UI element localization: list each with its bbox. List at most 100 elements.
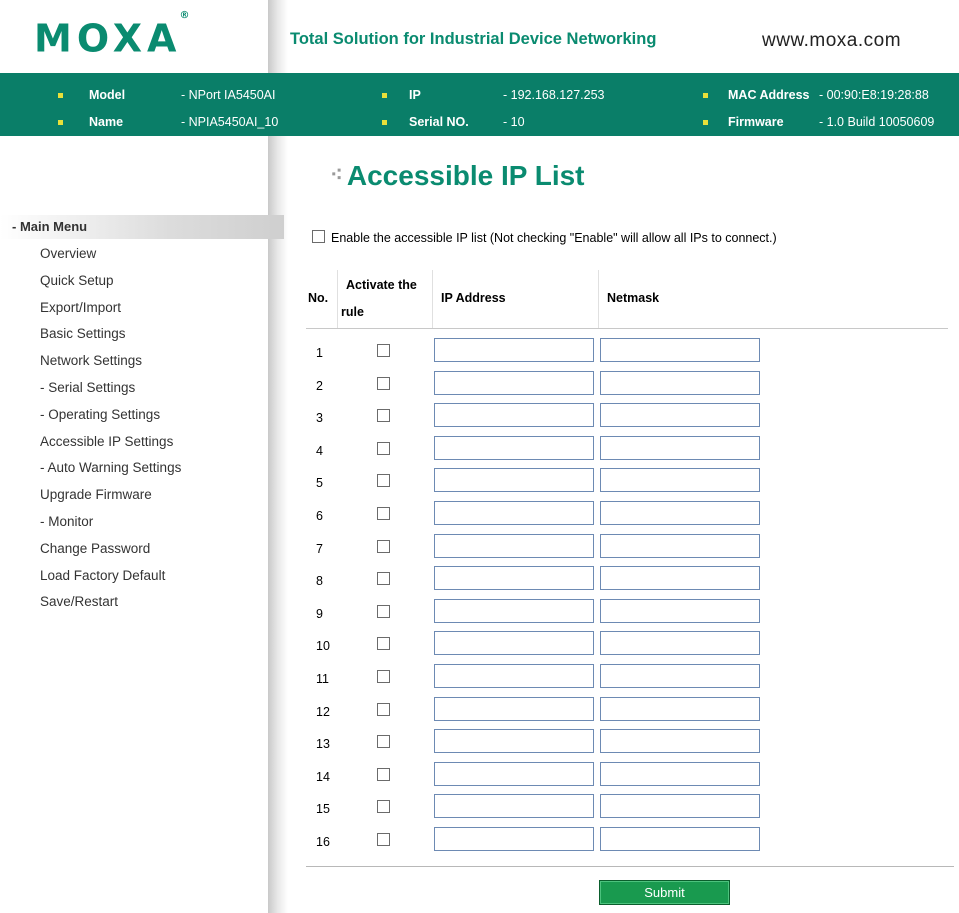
netmask-input[interactable] (600, 598, 760, 623)
netmask-input[interactable] (600, 794, 760, 819)
moxa-logo: MOXA® (34, 10, 191, 61)
netmask-input[interactable] (600, 761, 760, 786)
menu-item-serial-settings[interactable]: - Serial Settings (40, 379, 181, 406)
activate-rule-checkbox[interactable] (377, 441, 390, 455)
activate-rule-checkbox[interactable] (377, 669, 390, 683)
title-dots-icon: ⁖ (330, 162, 343, 187)
ip-address-input[interactable] (434, 500, 594, 525)
rule-number: 11 (316, 671, 329, 686)
menu-item-operating-settings[interactable]: - Operating Settings (40, 406, 181, 433)
netmask-input[interactable] (600, 696, 760, 721)
ip-address-input[interactable] (434, 338, 594, 362)
column-header-activate: Activate the (346, 278, 417, 292)
menu-item-load-factory-default[interactable]: Load Factory Default (40, 567, 181, 594)
menu-item-network-settings[interactable]: Network Settings (40, 352, 181, 379)
activate-rule-checkbox[interactable] (377, 800, 390, 814)
activate-rule-checkbox[interactable] (377, 735, 390, 749)
netmask-input[interactable] (600, 435, 760, 460)
menu-item-monitor[interactable]: - Monitor (40, 513, 181, 540)
netmask-input[interactable] (600, 370, 760, 395)
serial-value: - 10 (503, 115, 525, 129)
page-title-text: Accessible IP List (346, 160, 585, 191)
activate-rule-checkbox[interactable] (377, 637, 390, 651)
activate-rule-checkbox[interactable] (377, 832, 390, 846)
submit-button[interactable]: Submit (599, 880, 730, 905)
ip-address-input[interactable] (434, 663, 594, 688)
menu-item-quick-setup[interactable]: Quick Setup (40, 272, 181, 299)
mac-value: - 00:90:E8:19:28:88 (819, 88, 929, 102)
ip-address-input[interactable] (434, 598, 594, 623)
ip-address-input[interactable] (434, 566, 594, 591)
menu-item-change-password[interactable]: Change Password (40, 540, 181, 567)
bullet-icon (382, 93, 387, 98)
rule-number: 3 (316, 411, 323, 426)
main-menu: Overview Quick Setup Export/Import Basic… (40, 245, 181, 620)
bullet-icon (58, 93, 63, 98)
menu-item-save-restart[interactable]: Save/Restart (40, 593, 181, 620)
rule-number: 5 (316, 476, 323, 491)
ip-address-input[interactable] (434, 696, 594, 721)
ip-address-input[interactable] (434, 533, 594, 558)
column-header-ip-address: IP Address (441, 291, 506, 305)
ip-address-input[interactable] (434, 468, 594, 493)
menu-item-overview[interactable]: Overview (40, 245, 181, 272)
activate-rule-checkbox[interactable] (377, 409, 390, 423)
netmask-input[interactable] (600, 631, 760, 656)
rule-number: 10 (316, 639, 330, 654)
ip-address-input[interactable] (434, 729, 594, 754)
menu-item-accessible-ip-settings[interactable]: Accessible IP Settings (40, 433, 181, 460)
netmask-input[interactable] (600, 729, 760, 754)
activate-rule-checkbox[interactable] (377, 539, 390, 553)
ip-address-input[interactable] (434, 761, 594, 786)
activate-rule-checkbox[interactable] (377, 376, 390, 390)
column-header-netmask: Netmask (607, 291, 660, 305)
ip-address-input[interactable] (434, 794, 594, 819)
rule-number: 2 (316, 378, 323, 393)
enable-row: Enable the accessible IP list (Not check… (312, 230, 777, 245)
enable-label: Enable the accessible IP list (Not check… (331, 231, 777, 245)
model-value: - NPort IA5450AI (181, 88, 276, 102)
name-label: Name (89, 115, 124, 129)
main-menu-header[interactable]: - Main Menu (0, 215, 284, 239)
activate-rule-checkbox[interactable] (377, 767, 390, 781)
activate-rule-checkbox[interactable] (377, 604, 390, 618)
tagline: Total Solution for Industrial Device Net… (290, 30, 657, 48)
ip-address-input[interactable] (434, 826, 594, 851)
menu-item-basic-settings[interactable]: Basic Settings (40, 325, 181, 352)
rule-number: 12 (316, 704, 330, 719)
menu-item-export-import[interactable]: Export/Import (40, 299, 181, 326)
netmask-input[interactable] (600, 403, 760, 428)
page-header: MOXA® Total Solution for Industrial Devi… (0, 0, 959, 73)
website-link[interactable]: www.moxa.com (762, 30, 901, 52)
activate-rule-checkbox[interactable] (377, 506, 390, 520)
mac-label: MAC Address (728, 88, 810, 102)
activate-rule-checkbox[interactable] (377, 702, 390, 716)
activate-rule-checkbox[interactable] (377, 474, 390, 488)
rule-number: 14 (316, 769, 330, 784)
netmask-input[interactable] (600, 338, 760, 362)
netmask-input[interactable] (600, 533, 760, 558)
netmask-input[interactable] (600, 468, 760, 493)
ip-address-input[interactable] (434, 631, 594, 656)
enable-checkbox[interactable] (312, 230, 325, 244)
serial-label: Serial NO. (409, 115, 469, 129)
ip-address-input[interactable] (434, 435, 594, 460)
model-label: Model (89, 88, 126, 102)
netmask-input[interactable] (600, 826, 760, 851)
ip-address-input[interactable] (434, 403, 594, 428)
netmask-input[interactable] (600, 663, 760, 688)
activate-rule-checkbox[interactable] (377, 344, 390, 357)
column-divider (598, 270, 599, 328)
table-header: No. Activate the rule IP Address Netmask (306, 270, 948, 329)
activate-rule-checkbox[interactable] (377, 572, 390, 586)
menu-item-upgrade-firmware[interactable]: Upgrade Firmware (40, 486, 181, 513)
netmask-input[interactable] (600, 566, 760, 591)
column-divider (337, 270, 338, 328)
sidebar-divider (268, 136, 288, 913)
netmask-input[interactable] (600, 500, 760, 525)
name-value: - NPIA5450AI_10 (181, 115, 279, 129)
ip-address-input[interactable] (434, 370, 594, 395)
ip-label: IP (409, 88, 421, 102)
menu-item-auto-warning-settings[interactable]: - Auto Warning Settings (40, 459, 181, 486)
rule-number: 15 (316, 802, 330, 817)
